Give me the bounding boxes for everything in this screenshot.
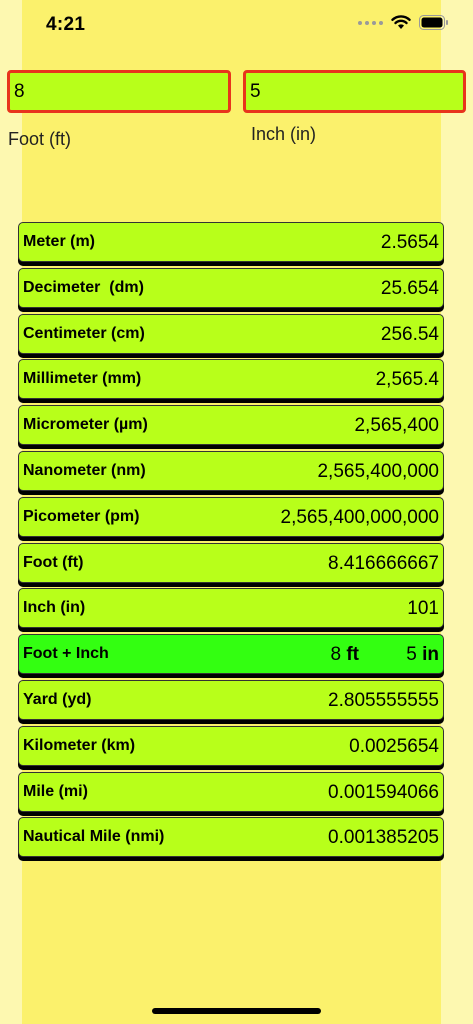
unit-value: 2,565,400,000 bbox=[317, 460, 439, 482]
unit-value: 2,565,400 bbox=[354, 415, 439, 437]
unit-value: 25.654 bbox=[380, 277, 439, 299]
foot-input-label: Foot (ft) bbox=[8, 129, 72, 149]
wifi-icon bbox=[391, 15, 411, 29]
row-millimeter: Millimeter (mm) 2,565.4 bbox=[18, 359, 444, 400]
inch-input-value: 5 bbox=[250, 80, 261, 102]
cellular-signal-icon bbox=[358, 20, 383, 25]
foot-input-value: 8 bbox=[14, 80, 25, 102]
unit-name: Foot + Inch bbox=[23, 645, 109, 663]
unit-value: 101 bbox=[407, 598, 439, 620]
row-kilometer: Kilometer (km) 0.0025654 bbox=[18, 725, 444, 766]
unit-name: Meter (m) bbox=[23, 233, 96, 250]
row-decimeter: Decimeter (dm) 25.654 bbox=[18, 267, 444, 308]
row-meter: Meter (m) 2.5654 bbox=[18, 222, 444, 262]
feet-unit: ft bbox=[346, 644, 359, 666]
unit-value: 2,565.4 bbox=[375, 369, 439, 391]
inches-value: 5 bbox=[406, 644, 417, 666]
feet-value: 8 bbox=[330, 644, 342, 666]
unit-name: Micrometer (µm) bbox=[23, 416, 148, 434]
row-picometer: Picometer (pm) 2,565,400,000,000 bbox=[18, 496, 444, 537]
unit-name: Nautical Mile (nmi) bbox=[23, 828, 165, 846]
status-time: 4:21 bbox=[46, 14, 86, 35]
row-foot-inch: Foot + Inch 8 ft 5 in bbox=[18, 634, 444, 675]
row-nautical-mile: Nautical Mile (nmi) 0.001385205 bbox=[18, 817, 444, 858]
unit-value: 2.5654 bbox=[380, 232, 439, 253]
unit-name: Picometer (pm) bbox=[23, 507, 140, 525]
inch-input-label: Inch (in) bbox=[251, 124, 317, 144]
status-bar: 4:21 bbox=[0, 0, 473, 50]
unit-value: 0.001594066 bbox=[328, 781, 439, 803]
foot-input[interactable]: 8 bbox=[7, 70, 231, 113]
row-yard: Yard (yd) 2.805555555 bbox=[18, 679, 444, 720]
unit-name: Mile (mi) bbox=[23, 782, 88, 800]
unit-value: 2.805555555 bbox=[328, 689, 439, 711]
unit-name: Yard (yd) bbox=[23, 690, 92, 708]
unit-name: Kilometer (km) bbox=[23, 736, 136, 754]
battery-icon bbox=[419, 15, 448, 30]
unit-name: Centimeter (cm) bbox=[23, 324, 145, 342]
row-mile: Mile (mi) 0.001594066 bbox=[18, 771, 444, 812]
row-centimeter: Centimeter (cm) 256.54 bbox=[18, 313, 444, 354]
unit-name: Nanometer (nm) bbox=[23, 461, 146, 479]
unit-name: Millimeter (mm) bbox=[23, 370, 142, 388]
unit-name: Foot (ft) bbox=[23, 553, 84, 571]
unit-value: 256.54 bbox=[380, 323, 439, 345]
unit-value: 2,565,400,000,000 bbox=[280, 506, 440, 528]
inches-unit: in bbox=[422, 644, 439, 666]
row-foot: Foot (ft) 8.416666667 bbox=[18, 542, 444, 583]
unit-name: Decimeter (dm) bbox=[23, 278, 144, 296]
home-indicator[interactable] bbox=[152, 1008, 321, 1014]
foot-inch-feet: 8 ft bbox=[330, 644, 359, 666]
conversion-list: Meter (m) 2.5654 Decimeter (dm) 25.654 C… bbox=[18, 222, 444, 863]
unit-value: 8.416666667 bbox=[328, 552, 439, 574]
status-icons bbox=[358, 15, 449, 30]
unit-value: 0.001385205 bbox=[328, 827, 439, 849]
unit-value: 0.0025654 bbox=[349, 735, 439, 757]
inch-input[interactable]: 5 bbox=[243, 70, 466, 113]
row-inch: Inch (in) 101 bbox=[18, 588, 444, 629]
foot-inch-inches: 5 in bbox=[406, 644, 439, 666]
row-micrometer: Micrometer (µm) 2,565,400 bbox=[18, 405, 444, 446]
row-nanometer: Nanometer (nm) 2,565,400,000 bbox=[18, 450, 444, 491]
unit-name: Inch (in) bbox=[23, 599, 86, 617]
